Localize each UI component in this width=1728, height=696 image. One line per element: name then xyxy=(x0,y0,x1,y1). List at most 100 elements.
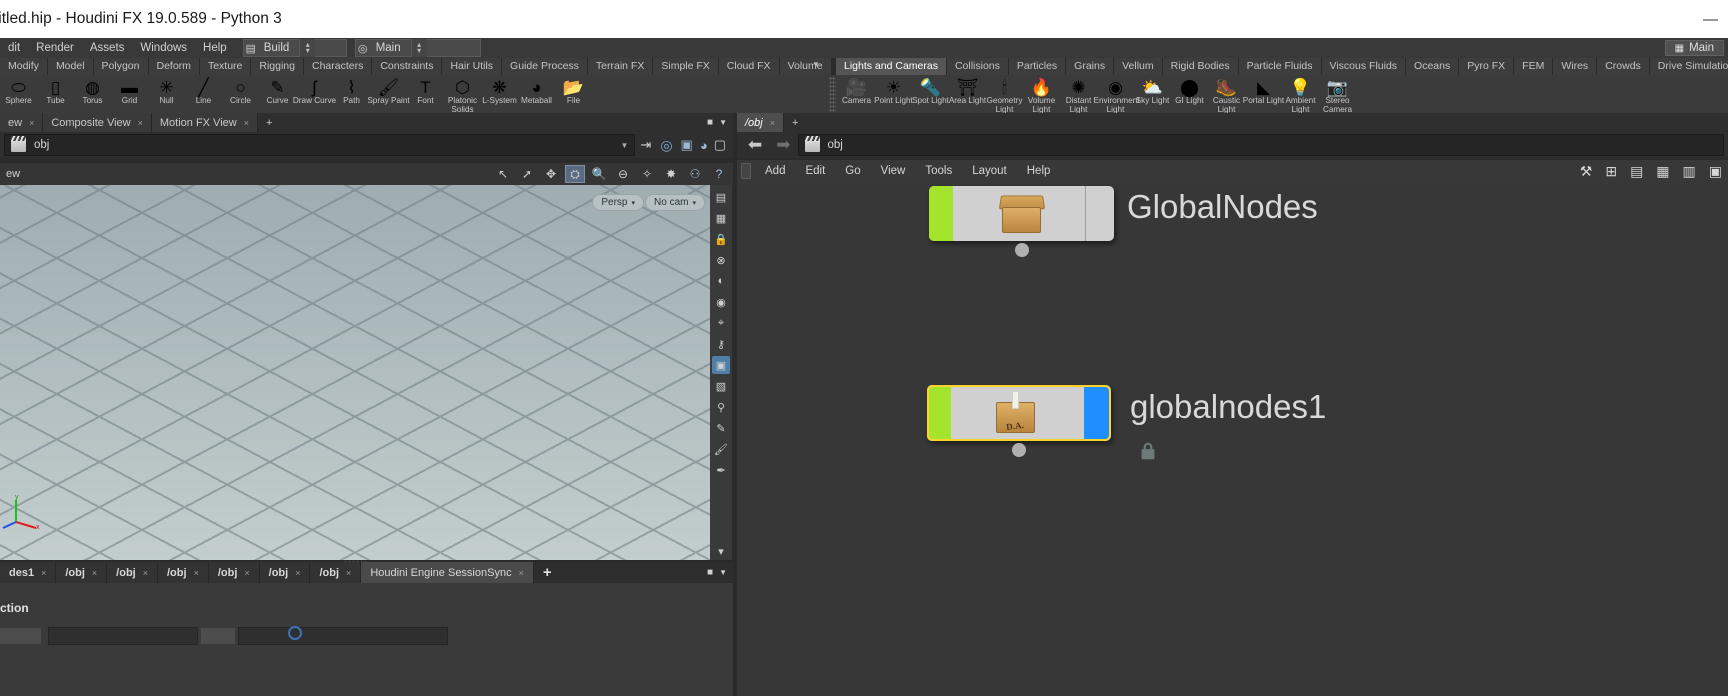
shelf-tab-grains[interactable]: Grains xyxy=(1066,58,1115,75)
shelf-tab-oceans[interactable]: Oceans xyxy=(1406,58,1460,75)
shelf-tool-distant-light[interactable]: ✺ Distant Light xyxy=(1060,75,1097,114)
no-entry-icon[interactable]: ⊖ xyxy=(613,165,633,183)
close-icon[interactable]: × xyxy=(92,568,97,578)
node-output-connector[interactable] xyxy=(1014,243,1029,257)
shelf-tool-camera[interactable]: 🎥 Camera xyxy=(838,75,875,106)
desk-main-badge[interactable]: ▦ Main xyxy=(1664,40,1724,56)
viewport-path-field[interactable]: obj ▼ xyxy=(4,134,636,156)
shelf-tab-rigging[interactable]: Rigging xyxy=(251,58,304,75)
shelf-tab-model[interactable]: Model xyxy=(47,58,94,75)
network-scroll-up-icon[interactable] xyxy=(741,163,751,179)
image-icon[interactable]: ▧ xyxy=(712,377,730,395)
key-icon[interactable]: ⚷ xyxy=(712,335,730,353)
close-icon[interactable]: × xyxy=(143,568,148,578)
shelf-tool-portal-light[interactable]: ◣ Portal Light xyxy=(1243,75,1284,106)
shelf-tab-modify[interactable]: Modify xyxy=(0,58,48,75)
shelf-tool-line[interactable]: ╱ Line xyxy=(185,75,222,106)
network-menu-bar[interactable]: Add Edit Go View Tools Layout Help ⚒ ⊞ ▤… xyxy=(737,160,1728,182)
shelf-tab-constraints[interactable]: Constraints xyxy=(372,58,443,75)
pen-icon[interactable]: ✒ xyxy=(712,461,730,479)
network-path-row[interactable]: ⬅ ➡ obj xyxy=(737,132,1728,158)
network-menu-go[interactable]: Go xyxy=(835,165,870,177)
network-menu-edit[interactable]: Edit xyxy=(795,165,835,177)
node-globalnodes1[interactable]: D.A. xyxy=(927,385,1111,457)
probe-icon[interactable]: ⌖ xyxy=(712,314,730,332)
tools-icon[interactable]: ⚒ xyxy=(1580,163,1593,180)
shelf-tool-null[interactable]: ✳ Null xyxy=(148,75,185,106)
shelf-tool-torus[interactable]: ◍ Torus xyxy=(74,75,111,106)
viewport-tab-ew[interactable]: ew × xyxy=(0,113,44,132)
chevron-down-icon[interactable]: ▼ xyxy=(621,141,629,150)
lock-icon[interactable] xyxy=(1137,440,1159,462)
shelf-right-grip[interactable] xyxy=(829,77,836,113)
menu-item-assets[interactable]: Assets xyxy=(82,38,133,58)
close-icon[interactable]: × xyxy=(244,118,249,128)
minimize-button[interactable]: — xyxy=(1703,11,1718,28)
param-button-2[interactable] xyxy=(200,627,236,645)
layout-grid-icon[interactable]: ▥ xyxy=(1683,163,1696,180)
display-flags-icon[interactable]: ⛭ xyxy=(565,165,585,183)
blobs-icon[interactable]: ◕ xyxy=(697,138,711,153)
shelf-tool-curve[interactable]: ✎ Curve xyxy=(259,75,296,106)
network-path-field[interactable]: obj xyxy=(797,134,1724,156)
bottom-menu-icon[interactable]: ▼ xyxy=(719,568,727,577)
shelf-tool-caustic-light[interactable]: 🥾 Caustic Light xyxy=(1208,75,1245,114)
bottom-tab-5[interactable]: /obj × xyxy=(259,562,311,583)
square-icon[interactable]: ▢ xyxy=(711,137,729,153)
node-display-flag[interactable] xyxy=(927,385,951,441)
window-controls[interactable]: — xyxy=(1703,11,1728,28)
jump-to-icon[interactable]: ⇥ xyxy=(635,137,656,153)
shelf-tab-particle-fluids[interactable]: Particle Fluids xyxy=(1238,58,1322,75)
camera-selector-pill[interactable]: No cam ▾ xyxy=(645,194,705,211)
param-radio-icon[interactable] xyxy=(288,626,302,640)
shelf-tab-characters[interactable]: Characters xyxy=(303,58,373,75)
shelf-tab-fem[interactable]: FEM xyxy=(1514,58,1554,75)
network-menu-view[interactable]: View xyxy=(871,165,916,177)
bottom-tab-strip[interactable]: des1 ×/obj ×/obj ×/obj ×/obj ×/obj ×/obj × Houdi… xyxy=(0,562,733,583)
shelf-tab-pyro-fx[interactable]: Pyro FX xyxy=(1459,58,1515,75)
shelf-tool-metaball[interactable]: ◕ Metaball xyxy=(518,75,555,106)
box-icon[interactable]: ▣ xyxy=(677,137,697,153)
desktop-selector-spinner[interactable]: ▴ ▾ xyxy=(299,39,316,57)
lock-icon[interactable]: 🔒 xyxy=(712,230,730,248)
shelf-tab-texture[interactable]: Texture xyxy=(199,58,252,75)
handles-icon[interactable]: ✥ xyxy=(541,165,561,183)
chevron-down-icon[interactable]: ▾ xyxy=(712,542,730,560)
list-icon[interactable]: ▤ xyxy=(1630,163,1643,180)
shelf-tool-volume-light[interactable]: 🔥 Volume Light xyxy=(1023,75,1060,114)
network-menu-add[interactable]: Add xyxy=(755,165,795,177)
shelf-tabs-right[interactable]: Lights and Cameras Collisions Particles Gra… xyxy=(836,58,1728,75)
close-icon[interactable]: × xyxy=(194,568,199,578)
network-tab-strip[interactable]: /obj × + xyxy=(737,113,1728,132)
select-object-icon[interactable]: ↖ xyxy=(493,165,513,183)
shelf-tab-deform[interactable]: Deform xyxy=(148,58,200,75)
shelf-tab-drive-simulation[interactable]: Drive Simulation xyxy=(1649,58,1728,75)
ghost-icon[interactable]: ⊗ xyxy=(712,251,730,269)
menu-item-help[interactable]: Help xyxy=(195,38,235,58)
network-tab--obj[interactable]: /obj × xyxy=(737,113,785,132)
shelf-tool-spray-paint[interactable]: 🖌 Spray Paint xyxy=(367,75,409,106)
menu-item-edit[interactable]: dit xyxy=(0,38,28,58)
add-viewport-tab-button[interactable]: + xyxy=(258,113,280,132)
viewport-selector-spinner[interactable]: ▴ ▾ xyxy=(410,39,427,57)
shelf-tool-point-light[interactable]: ☀ Point Light xyxy=(874,75,913,106)
bottom-tab-2[interactable]: /obj × xyxy=(107,562,158,583)
shelf-tool-sphere[interactable]: ⬭ Sphere xyxy=(0,75,37,106)
shelf-tab-volume[interactable]: Volume xyxy=(779,58,832,75)
shelf-tool-environment-light[interactable]: ◉ Environment Light xyxy=(1094,75,1140,114)
bottom-tab-1[interactable]: /obj × xyxy=(56,562,108,583)
people-icon[interactable]: ⚇ xyxy=(685,165,705,183)
shelf-tab-particles[interactable]: Particles xyxy=(1008,58,1067,75)
shelf-tool-path[interactable]: ⌇ Path xyxy=(333,75,370,106)
node-display-flag[interactable] xyxy=(929,186,953,241)
camera-mode-pill[interactable]: Persp ▾ xyxy=(592,194,644,211)
viewport-tab-strip[interactable]: ew × Composite View × Motion FX View × + ■ ▼ xyxy=(0,113,733,132)
shelf-tab-collisions[interactable]: Collisions xyxy=(946,58,1009,75)
param-button[interactable] xyxy=(0,627,42,645)
node-globalnodes-template[interactable] xyxy=(929,186,1114,257)
shelf-tabs-left[interactable]: Modify Model Polygon Deform Texture Rigging Ch… xyxy=(0,58,858,75)
view-2-icon[interactable]: ▦ xyxy=(712,209,730,227)
bottom-tab-0[interactable]: des1 × xyxy=(0,562,57,583)
panel-maximize-icon[interactable]: ■ xyxy=(707,117,713,128)
shelf-tab-polygon[interactable]: Polygon xyxy=(93,58,149,75)
